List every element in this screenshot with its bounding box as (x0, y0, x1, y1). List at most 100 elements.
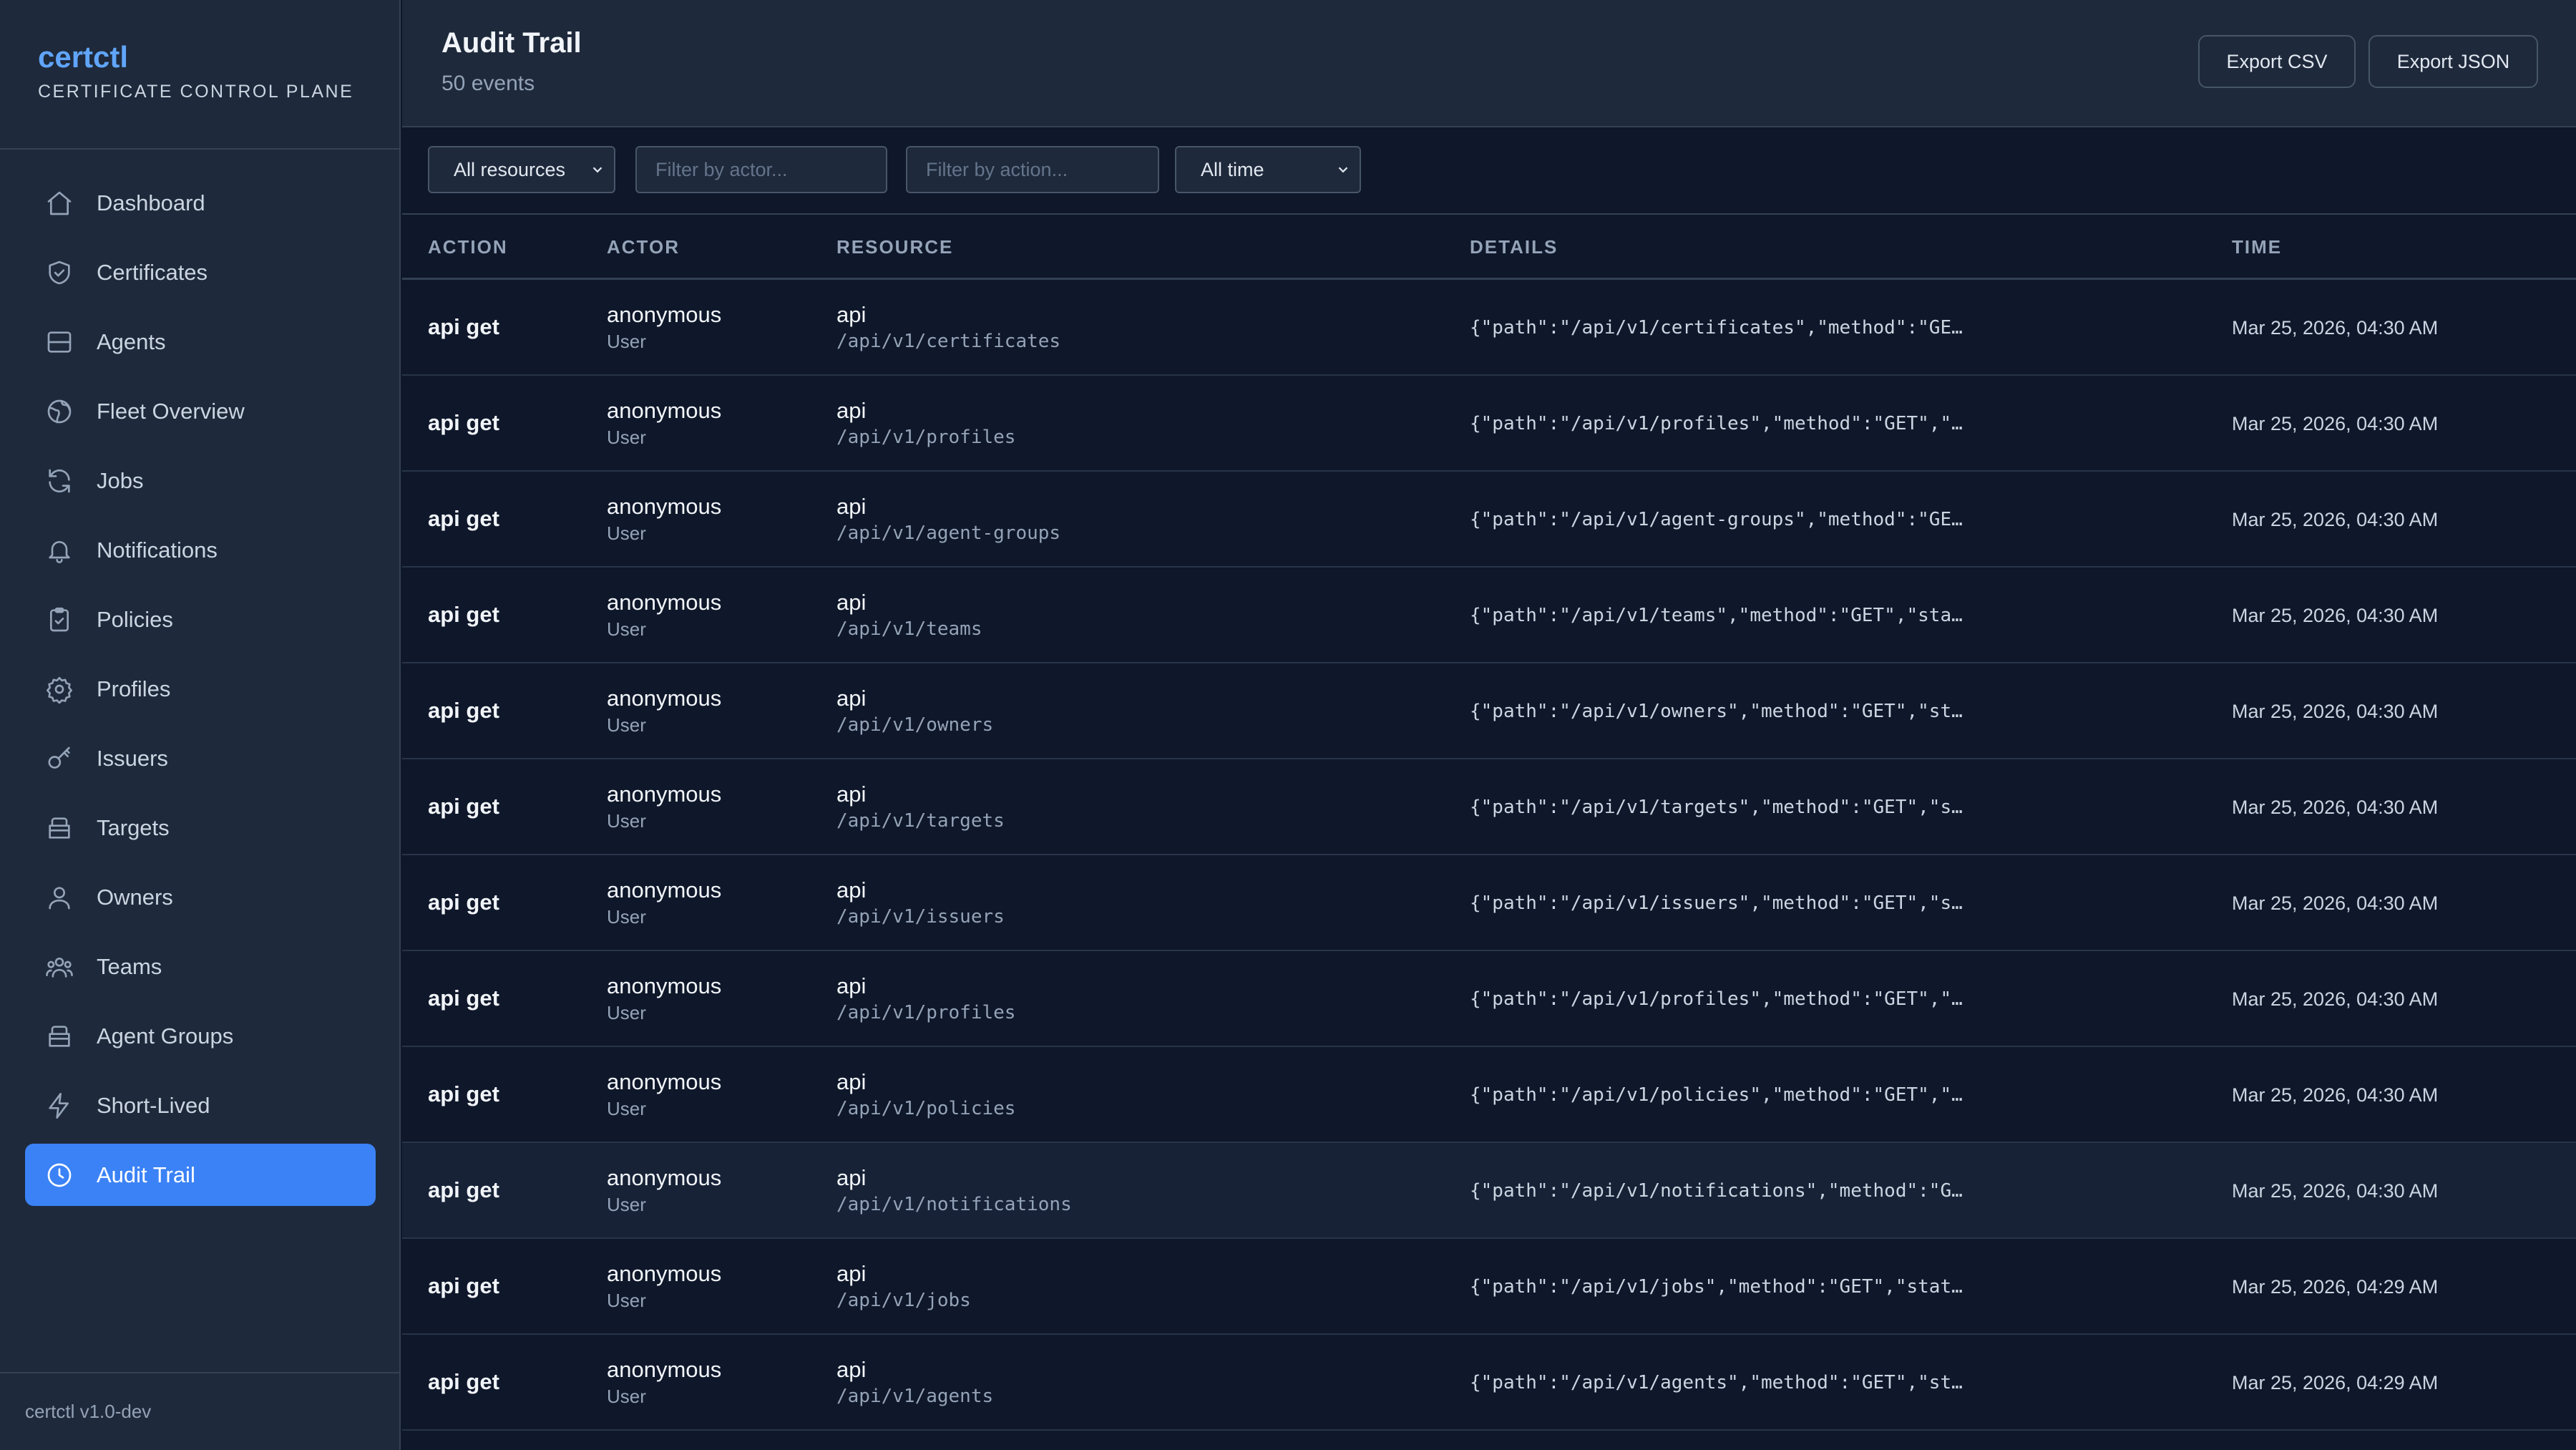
column-header-action[interactable]: ACTION (428, 236, 508, 258)
sidebar-item-issuers[interactable]: Issuers (25, 727, 376, 789)
column-header-time[interactable]: TIME (2232, 236, 2282, 258)
refresh-icon (49, 469, 70, 492)
table-row[interactable]: api get anonymous User api/api/v1/targets {"… (402, 759, 2576, 855)
resource-path: /api/v1/targets (836, 810, 1005, 832)
actor-cell: anonymous User (607, 1069, 721, 1121)
table-row[interactable]: api get anonymous User api/api/v1/teams {"pa… (402, 568, 2576, 663)
column-header-actor[interactable]: ACTOR (607, 236, 680, 258)
bolt-icon (49, 1092, 69, 1119)
time-cell: Mar 25, 2026, 04:30 AM (2232, 1084, 2439, 1106)
server-icon (47, 331, 72, 353)
sidebar-item-label: Dashboard (97, 190, 205, 215)
sidebar-item-targets[interactable]: Targets (25, 797, 376, 859)
actor-cell: anonymous User (607, 685, 721, 738)
sidebar-nav: Dashboard Certificates Agents Fleet Overvie… (25, 172, 376, 1213)
table-row[interactable]: api get anonymous User api/api/v1/certifica… (402, 280, 2576, 376)
sidebar-item-agent-groups[interactable]: Agent Groups (25, 1005, 376, 1067)
actor-name: anonymous (607, 877, 722, 902)
shield-icon (49, 261, 70, 284)
globe-icon (47, 399, 72, 423)
time-select-value: All time (1201, 158, 1264, 180)
resource-type: api (836, 782, 867, 807)
actor-type: User (607, 714, 646, 736)
details-cell: {"path":"/api/v1/teams","method":"GET","… (1470, 605, 1963, 626)
sidebar-item-policies[interactable]: Policies (25, 588, 376, 651)
sidebar-item-label: Teams (97, 953, 162, 979)
sidebar-item-profiles[interactable]: Profiles (25, 658, 376, 720)
sidebar-item-owners[interactable]: Owners (25, 866, 376, 928)
resource-cell: api/api/v1/profiles (836, 973, 1015, 1026)
resource-cell: api/api/v1/profiles (836, 397, 1015, 450)
sidebar-item-short-lived[interactable]: Short-Lived (25, 1074, 376, 1137)
resource-path: /api/v1/agent-groups (836, 522, 1061, 544)
actor-type: User (607, 1098, 646, 1119)
resource-cell: api/api/v1/notifications (836, 1164, 1072, 1217)
sidebar-item-agents[interactable]: Agents (25, 311, 376, 373)
actor-filter-input[interactable]: Filter by actor... (635, 146, 887, 193)
details-cell: {"path":"/api/v1/agent-groups","method":… (1470, 509, 1963, 530)
actor-cell: anonymous User (607, 1164, 721, 1217)
column-header-resource[interactable]: RESOURCE (836, 236, 953, 258)
box-icon (49, 817, 70, 839)
actor-name: anonymous (607, 494, 722, 519)
actor-cell: anonymous User (607, 397, 721, 450)
time-cell: Mar 25, 2026, 04:30 AM (2232, 605, 2439, 626)
time-cell: Mar 25, 2026, 04:30 AM (2232, 413, 2439, 434)
time-cell: Mar 25, 2026, 04:30 AM (2232, 988, 2439, 1010)
sidebar-item-fleet-overview[interactable]: Fleet Overview (25, 380, 376, 442)
actor-name: anonymous (607, 782, 722, 807)
sidebar-item-label: Issuers (97, 745, 168, 771)
actor-type: User (607, 1290, 646, 1311)
resource-cell: api/api/v1/owners (836, 685, 993, 738)
actor-name: anonymous (607, 973, 722, 998)
resource-type: api (836, 1165, 867, 1190)
sidebar-item-certificates[interactable]: Certificates (25, 241, 376, 303)
actor-cell: anonymous User (607, 589, 721, 642)
table-row[interactable]: api get anonymous User api/api/v1/profiles {… (402, 376, 2576, 472)
action-cell: api get (428, 506, 499, 531)
gear-icon (47, 676, 72, 704)
table-row[interactable]: api get anonymous User api/api/v1/owners {"p… (402, 663, 2576, 759)
app-name[interactable]: certctl (38, 36, 353, 79)
export-json-button[interactable]: Export JSON (2368, 35, 2538, 88)
sidebar-item-dashboard[interactable]: Dashboard (25, 172, 376, 234)
sidebar-item-label: Certificates (97, 259, 208, 285)
resource-select[interactable]: All resources (428, 146, 615, 193)
table-row[interactable]: api get anonymous User api/api/v1/jobs {"pat… (402, 1239, 2576, 1335)
export-csv-button[interactable]: Export CSV (2198, 35, 2356, 88)
table-row[interactable]: api get anonymous User api/api/v1/profiles {… (402, 951, 2576, 1047)
sidebar-item-teams[interactable]: Teams (25, 935, 376, 998)
actor-cell: anonymous User (607, 877, 721, 930)
actor-cell: anonymous User (607, 493, 721, 546)
sidebar-item-label: Agent Groups (97, 1023, 234, 1048)
resource-type: api (836, 1357, 867, 1382)
table-row[interactable]: api get anonymous User api/api/v1/policies {… (402, 1047, 2576, 1143)
sidebar-item-label: Jobs (97, 467, 144, 493)
actor-type: User (607, 427, 646, 448)
column-header-details[interactable]: DETAILS (1470, 236, 1558, 258)
details-cell: {"path":"/api/v1/policies","method":"GET… (1470, 1084, 1963, 1106)
table-row[interactable]: api get anonymous User api/api/v1/notificat… (402, 1143, 2576, 1239)
sidebar-item-label: Targets (97, 814, 170, 840)
sidebar-item-audit-trail[interactable]: Audit Trail (25, 1144, 376, 1206)
resource-path: /api/v1/notifications (836, 1194, 1072, 1215)
table-row[interactable]: api get anonymous User api/api/v1/agents {"p… (402, 1335, 2576, 1431)
time-select[interactable]: All time (1175, 146, 1361, 193)
details-cell: {"path":"/api/v1/profiles","method":"GET… (1470, 988, 1963, 1010)
actor-name: anonymous (607, 1261, 722, 1286)
table-row[interactable]: api get anonymous User api/api/v1/issuers {"… (402, 855, 2576, 951)
table-row[interactable]: api get anonymous User api/api/v1/agent-gro… (402, 472, 2576, 568)
sidebar-item-notifications[interactable]: Notifications (25, 519, 376, 581)
action-cell: api get (428, 890, 499, 915)
table-header: ACTION ACTOR RESOURCE DETAILS TIME (402, 215, 2576, 280)
action-filter-input[interactable]: Filter by action... (906, 146, 1159, 193)
resource-path: /api/v1/agents (836, 1386, 994, 1407)
bell-icon (49, 540, 70, 563)
resource-type: api (836, 590, 867, 615)
details-cell: {"path":"/api/v1/notifications","method"… (1470, 1180, 1963, 1202)
resource-cell: api/api/v1/policies (836, 1069, 1015, 1121)
sidebar-item-label: Owners (97, 884, 173, 910)
user-icon (49, 886, 70, 909)
sidebar-item-jobs[interactable]: Jobs (25, 449, 376, 512)
actor-name: anonymous (607, 1357, 722, 1382)
